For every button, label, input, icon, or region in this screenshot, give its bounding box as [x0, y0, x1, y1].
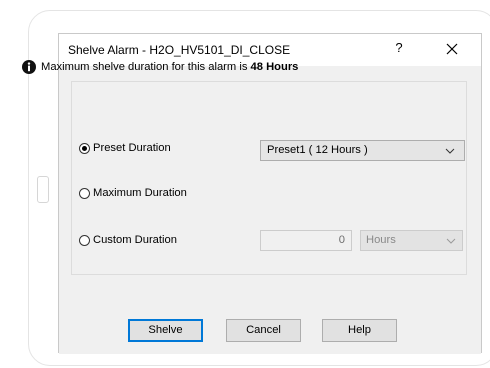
close-button[interactable] [443, 40, 461, 58]
radio-button-preset[interactable] [79, 142, 90, 154]
radio-maximum-duration[interactable]: Maximum Duration [79, 187, 187, 199]
chevron-down-icon [445, 148, 455, 154]
radio-preset-duration[interactable]: Preset Duration [79, 142, 171, 154]
cancel-button[interactable]: Cancel [226, 319, 301, 342]
max-duration-info: Maximum shelve duration for this alarm i… [41, 61, 298, 73]
radio-button-custom[interactable] [79, 234, 90, 246]
radio-preset-label: Preset Duration [93, 142, 171, 154]
help-button[interactable]: Help [322, 319, 397, 342]
preset-select-value: Preset1 ( 12 Hours ) [267, 144, 368, 156]
radio-button-maximum[interactable] [79, 187, 90, 199]
preset-duration-select[interactable]: Preset1 ( 12 Hours ) [260, 140, 465, 161]
custom-units-select[interactable]: Hours [360, 230, 463, 251]
shelve-button[interactable]: Shelve [128, 319, 203, 342]
tablet-home-button [37, 176, 49, 203]
units-select-value: Hours [366, 234, 396, 246]
radio-maximum-label: Maximum Duration [93, 187, 187, 199]
info-icon [22, 60, 36, 74]
help-title-button[interactable]: ? [391, 40, 407, 55]
chevron-down-icon [446, 238, 456, 244]
max-duration-info-text: Maximum shelve duration for this alarm i… [41, 61, 251, 73]
max-duration-value: 48 Hours [250, 61, 299, 73]
custom-duration-input[interactable]: 0 [260, 230, 352, 251]
dialog-title: Shelve Alarm - H2O_HV5101_DI_CLOSE [68, 43, 291, 57]
close-icon [446, 43, 458, 55]
dialog-body [59, 66, 481, 354]
radio-custom-label: Custom Duration [93, 234, 177, 246]
radio-custom-duration[interactable]: Custom Duration [79, 234, 177, 246]
